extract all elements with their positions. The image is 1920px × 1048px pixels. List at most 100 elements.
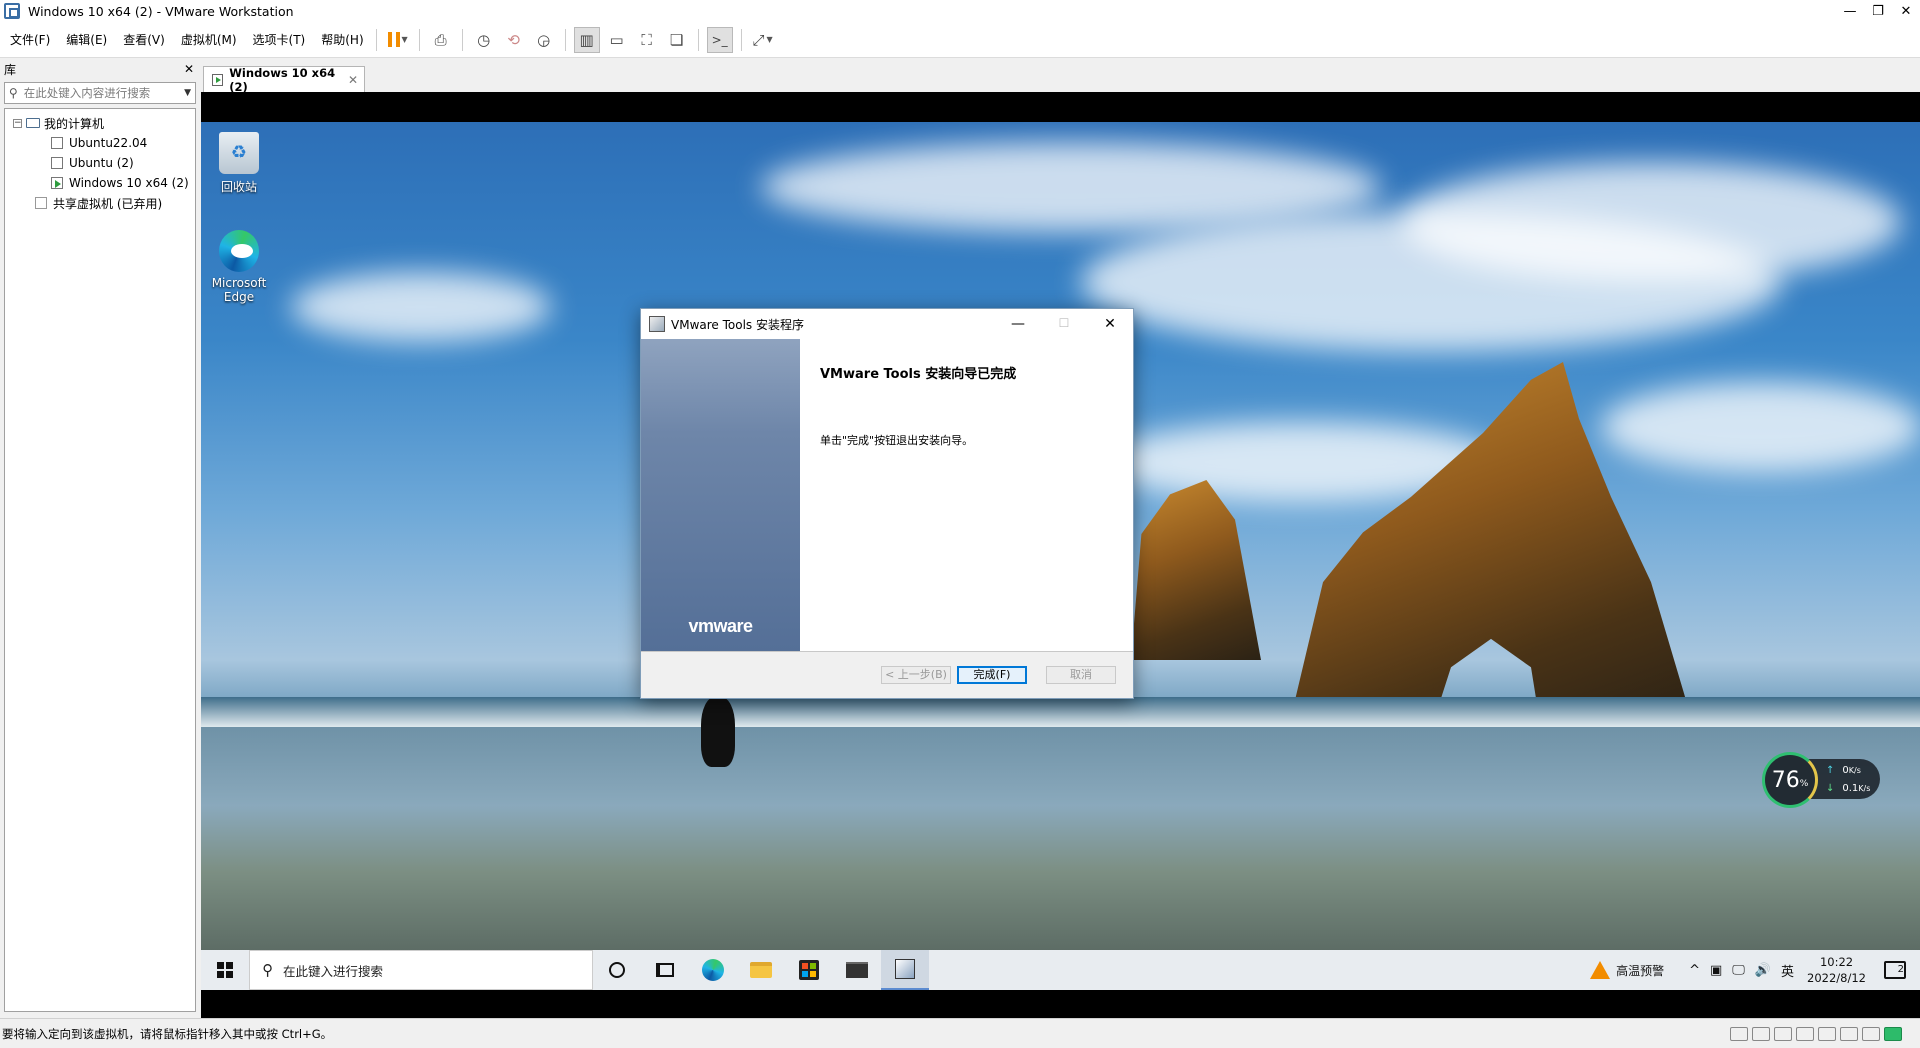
tree-item-shared-vms[interactable]: 共享虚拟机 (已弃用) [5,193,195,213]
usb-icon[interactable] [1796,1026,1814,1041]
status-text: 要将输入定向到该虚拟机，请将鼠标指针移入其中或按 Ctrl+G。 [2,1026,333,1041]
collapse-icon[interactable]: − [13,118,22,128]
tray-app-icon[interactable]: ▣ [1710,963,1722,978]
taskbar-search-input[interactable]: ⚲ 在此键入进行搜索 [249,950,593,990]
send-ctrl-alt-del-button[interactable]: ⎙ [428,27,454,53]
dialog-window-controls: — ☐ ✕ [995,316,1133,332]
tree-item-label: Ubuntu (2) [69,156,134,170]
library-title: 库 [4,62,17,77]
full-screen-button[interactable]: ⛶ [634,27,660,53]
tree-item-label: Ubuntu22.04 [69,136,148,150]
restore-button[interactable]: ❐ [1864,0,1892,22]
dialog-minimize-button[interactable]: — [995,316,1041,332]
tree-item-my-computer[interactable]: − 我的计算机 [5,113,195,133]
show-library-button[interactable]: ▥ [573,26,600,53]
taskbar-clock[interactable]: 10:22 2022/8/12 [1807,954,1866,986]
unity-icon: ❏ [669,30,684,49]
message-log-icon[interactable] [1884,1026,1902,1041]
chevron-down-icon[interactable]: ▼ [184,88,191,98]
desktop-icon-recycle-bin[interactable]: 回收站 [201,132,277,195]
wallpaper-cloud [1401,162,1901,282]
toolbar-separator [697,28,699,51]
library-close-button[interactable]: ✕ [184,62,194,76]
download-arrow-icon: ↓ [1826,783,1835,794]
usage-percent: 76 [1771,767,1800,793]
hard-disk-icon[interactable] [1730,1026,1748,1041]
send-ctrl-alt-del-icon: ⎙ [434,30,447,49]
taskbar-installer[interactable] [881,950,929,990]
taskbar-edge[interactable] [689,950,737,990]
tree-item-label: 我的计算机 [44,116,105,131]
revert-snapshot-icon: ⟲ [507,30,520,49]
stretch-guest-icon: ⤢ [752,30,765,49]
library-search-input[interactable]: ⚲ 在此处键入内容进行搜索 ▼ [4,82,196,104]
edge-icon [219,230,259,272]
desktop-icon-edge[interactable]: Microsoft Edge [201,230,277,304]
network-speed-widget[interactable]: ↑ 0K/s ↓ 0.1K/s 76% [1762,752,1880,808]
file-explorer-icon [750,962,772,978]
menu-help[interactable]: 帮助(H) [315,31,369,48]
high-temp-warning[interactable]: 高温预警 [1616,962,1664,979]
snapshot-button[interactable]: ◷ [471,27,497,53]
vmware-tools-installer-dialog: VMware Tools 安装程序 — ☐ ✕ vmware VMware To… [640,308,1134,699]
snapshot-manager-icon: ◶ [537,30,551,49]
store-icon [799,960,819,980]
snapshot-manager-button[interactable]: ◶ [531,27,557,53]
tab-close-button[interactable]: ✕ [348,73,358,87]
taskbar-file-explorer[interactable] [737,950,785,990]
network-adapter-icon[interactable] [1774,1026,1792,1041]
dialog-content: VMware Tools 安装向导已完成 单击"完成"按钮退出安装向导。 [800,339,1133,651]
revert-snapshot-button[interactable]: ⟲ [501,27,527,53]
network-icon[interactable]: 🖵 [1732,963,1745,978]
taskbar-mail[interactable] [833,950,881,990]
notification-center-icon[interactable]: 2 [1884,961,1906,979]
sound-card-icon[interactable] [1818,1026,1836,1041]
chevron-down-icon: ▼ [766,35,773,44]
finish-button[interactable]: 完成(F) [957,666,1027,684]
clock-time: 10:22 [1819,955,1854,969]
close-button[interactable]: ✕ [1892,0,1920,22]
input-method-indicator[interactable]: 英 [1781,961,1794,980]
pause-icon [387,32,400,47]
task-view-button[interactable] [641,950,689,990]
menu-file[interactable]: 文件(F) [4,31,56,48]
wallpaper-runner [701,697,735,767]
status-bar: 要将输入定向到该虚拟机，请将鼠标指针移入其中或按 Ctrl+G。 [0,1018,1920,1048]
display-icon[interactable] [1862,1026,1880,1041]
start-button[interactable] [201,950,249,990]
snapshot-icon: ◷ [477,30,491,49]
unity-button[interactable]: ❏ [664,27,690,53]
guest-taskbar: ⚲ 在此键入进行搜索 高温预警 ^ ▣ 🖵 🔊 英 10:22 2022/8/1… [201,950,1920,990]
library-header: 库 ✕ [0,58,200,80]
desktop-icon-label: Microsoft Edge [211,276,267,304]
menu-view[interactable]: 查看(V) [117,31,171,48]
tree-item-label: Windows 10 x64 (2) [69,176,189,190]
cd-dvd-icon[interactable] [1752,1026,1770,1041]
printer-icon[interactable] [1840,1026,1858,1041]
dialog-title: VMware Tools 安装程序 [671,317,804,332]
thumbnail-bar-button[interactable]: ▭ [604,27,630,53]
full-screen-icon: ⛶ [641,30,652,49]
vm-running-icon [51,177,63,189]
tree-item-vm[interactable]: Ubuntu (2) [5,153,195,173]
menu-vm[interactable]: 虚拟机(M) [175,31,243,48]
warning-icon[interactable] [1590,961,1611,979]
menu-edit[interactable]: 编辑(E) [60,31,113,48]
wallpaper-cloud [291,272,551,342]
tree-item-vm[interactable]: Ubuntu22.04 [5,133,195,153]
menu-tabs[interactable]: 选项卡(T) [247,31,312,48]
stretch-guest-button[interactable]: ⤢ ▼ [750,27,776,53]
console-view-button[interactable]: >_ [706,26,733,53]
tree-item-vm[interactable]: Windows 10 x64 (2) [5,173,195,193]
tab-windows-10[interactable]: Windows 10 x64 (2) ✕ [203,66,365,94]
volume-icon[interactable]: 🔊 [1755,963,1771,978]
cortana-button[interactable] [593,950,641,990]
dialog-side-banner: vmware [641,339,800,651]
pause-button[interactable]: ▼ [385,27,411,53]
show-library-icon: ▥ [579,30,594,49]
tray-chevron-icon[interactable]: ^ [1689,963,1700,978]
taskbar-store[interactable] [785,950,833,990]
download-speed: ↓ 0.1K/s [1826,783,1871,794]
dialog-close-button[interactable]: ✕ [1087,316,1133,332]
minimize-button[interactable]: — [1836,0,1864,22]
